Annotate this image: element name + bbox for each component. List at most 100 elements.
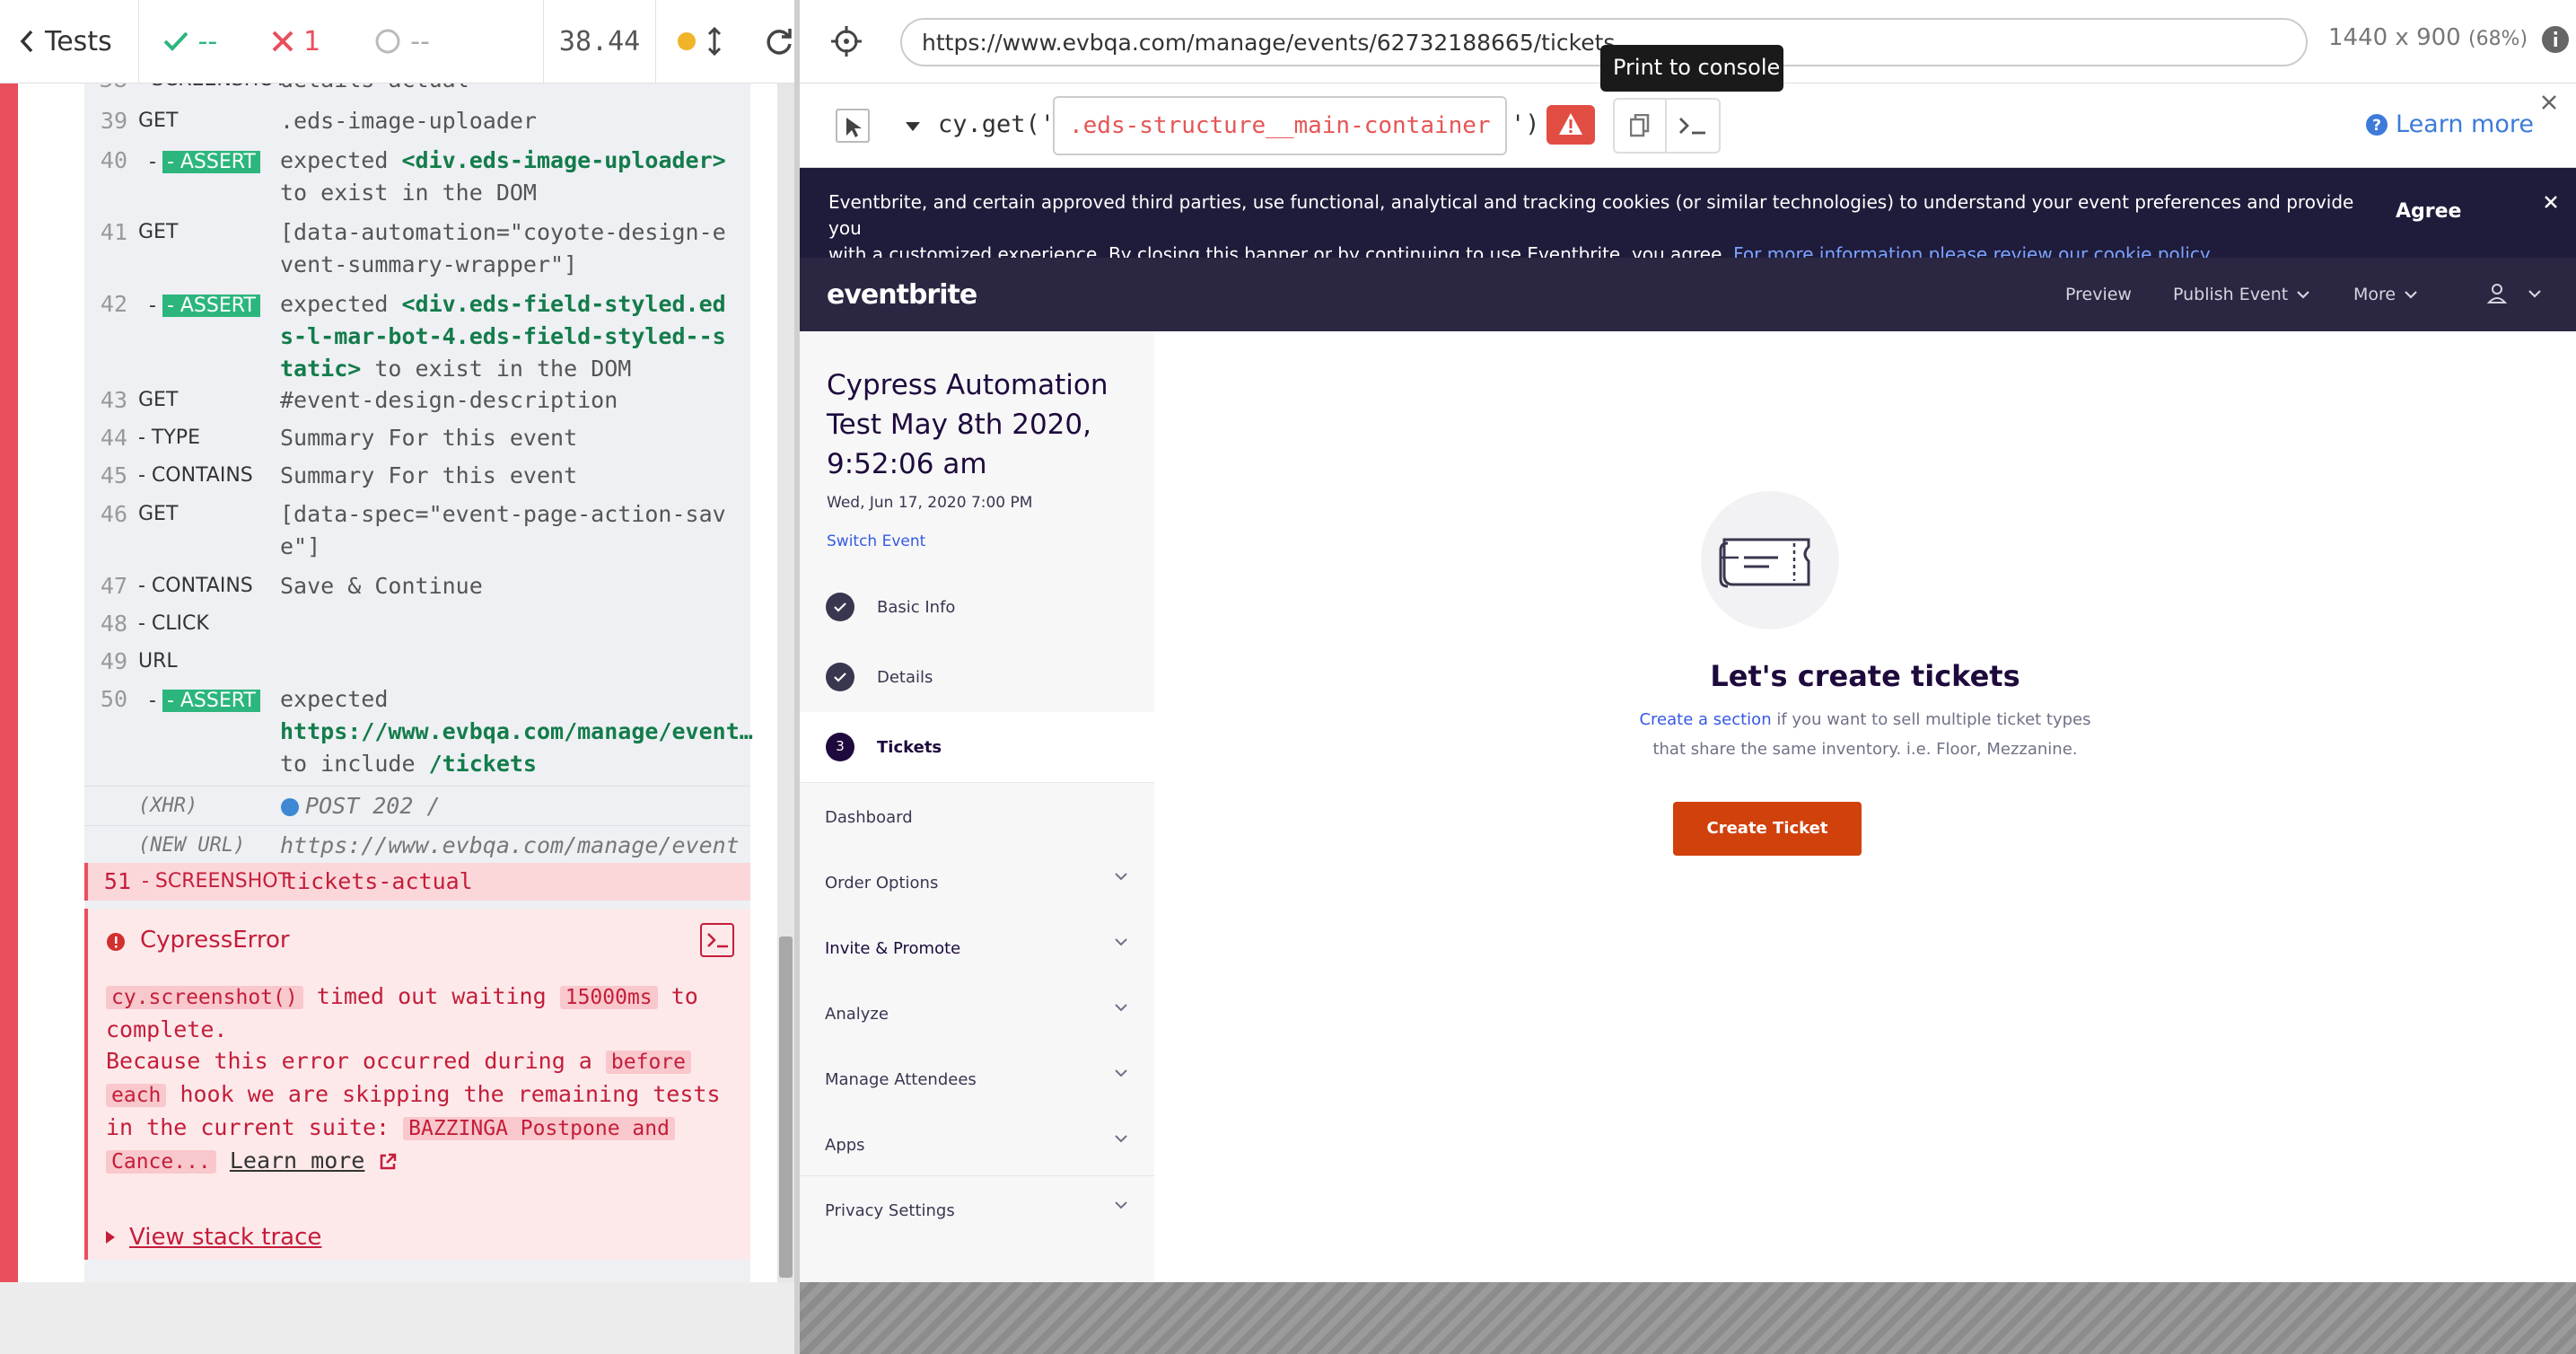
crosshair-icon [830,25,863,57]
selector-suffix: ') [1511,110,1540,138]
sidebar-item-analyze[interactable]: Analyze [800,979,1154,1049]
command-row[interactable]: 47 - CONTAINS Save & Continue [84,570,750,606]
aut-background [800,1282,2576,1354]
aut-iframe: Eventbrite, and certain approved third p… [800,168,2576,1282]
chevron-down-icon [1115,938,1127,946]
duration-value: 38.44 [558,25,641,57]
tests-button[interactable]: Tests [0,0,139,84]
copy-selector-button[interactable] [1615,100,1667,152]
reporter-scrollbar[interactable] [777,84,794,1282]
command-row[interactable]: 46 GET [data-spec="event-page-action-sav… [84,498,750,567]
failure-indicator [0,84,18,1282]
sidebar-item-invite-promote[interactable]: Invite & Promote [800,913,1154,983]
rerun-button[interactable] [764,26,794,57]
check-circle-icon [825,662,855,692]
command-row[interactable]: 48 - CLICK [84,608,750,644]
error-message-1: cy.screenshot() timed out waiting 15000m… [106,983,698,1042]
print-to-console-button[interactable] [1667,100,1719,152]
view-stack-trace[interactable]: View stack trace [106,1224,321,1251]
selector-actions [1613,98,1721,154]
command-row-xhr[interactable]: (XHR) POST 202 / [84,786,750,823]
sidebar-item-apps[interactable]: Apps [800,1110,1154,1180]
selector-warning-badge [1546,105,1595,145]
viewport-info[interactable]: 1440 x 900 (68%) [2328,24,2528,51]
url-bar: https://www.evbqa.com/manage/events/6273… [800,0,2576,92]
refresh-icon [764,26,794,57]
command-row-new-url[interactable]: (NEW URL) https://www.evbqa.com/manage/e… [84,825,750,863]
agree-button[interactable]: Agree [2396,200,2461,223]
selector-input[interactable]: .eds-structure__main-container [1053,96,1507,155]
chevron-down-icon [1115,1201,1127,1209]
command-row[interactable]: 38 - SCREENSHOT details-actual [84,84,750,96]
chevron-down-icon [2297,290,2309,299]
command-row[interactable]: 50 - - ASSERT expected https://www.evbqa… [84,683,753,784]
scrollbar-thumb[interactable] [779,936,793,1278]
learn-more-link[interactable]: Learn more [230,1147,365,1174]
chevron-down-icon [1115,1135,1127,1143]
error-message-2: Because this error occurred during a bef… [106,1048,721,1174]
command-row[interactable]: 41 GET [data-automation="coyote-design-e… [84,216,750,285]
top-nav: eventbrite Preview Publish Event More [800,258,2576,331]
x-icon [271,30,294,53]
selector-prefix: cy.get(' [938,110,1056,138]
selector-playground-button[interactable] [830,25,863,57]
error-panel: CypressError cy.screenshot() timed out w… [84,909,750,1260]
learn-more-link[interactable]: ? Learn more [2365,110,2534,138]
close-icon[interactable] [2544,195,2558,209]
close-playground-icon[interactable] [2541,94,2557,110]
selector-playground: cy.get(' .eds-structure__main-container … [800,84,2576,168]
terminal-icon [1678,115,1708,136]
chevron-down-icon [1115,1069,1127,1077]
check-icon [162,30,189,53]
assert-badge: - ASSERT [162,151,260,173]
step-basic-info[interactable]: Basic Info [800,572,1154,642]
external-link-icon [378,1152,398,1172]
command-row[interactable]: 43 GET #event-design-description [84,384,750,420]
switch-event-link[interactable]: Switch Event [827,532,925,550]
method-dropdown-caret-icon[interactable] [906,122,920,131]
print-error-button[interactable] [700,923,734,957]
more-menu[interactable]: More [2353,285,2417,304]
select-element-button[interactable] [836,109,870,143]
sidebar-item-privacy-settings[interactable]: Privacy Settings [800,1175,1154,1245]
command-row[interactable]: 49 URL [84,646,750,681]
sidebar-item-order-options[interactable]: Order Options [800,848,1154,918]
command-row-failed[interactable]: 51 - SCREENSHOT tickets-actual [84,863,750,901]
preview-link[interactable]: Preview [2065,285,2132,304]
assert-badge: - ASSERT [162,690,260,712]
step-tickets[interactable]: 3 Tickets [800,712,1154,782]
warning-icon [1558,112,1583,136]
auto-scroll-toggle[interactable] [656,0,742,84]
error-icon [106,932,126,952]
command-row[interactable]: 45 - CONTAINS Summary For this event [84,460,750,496]
event-sidebar: Cypress Automation Test May 8th 2020, 9:… [800,331,1154,1282]
create-section-link[interactable]: Create a section [1639,710,1771,729]
step-details[interactable]: Details [800,642,1154,712]
tooltip: Print to console [1600,45,1783,92]
pending-circle-icon [374,28,401,55]
cookie-text: Eventbrite, and certain approved third p… [828,191,2354,265]
info-icon[interactable] [2541,25,2570,54]
pending-count: -- [410,25,430,57]
failed-count: 1 [303,25,321,57]
command-row[interactable]: 39 GET .eds-image-uploader [84,105,750,141]
help-icon: ? [2365,113,2388,136]
check-circle-icon [825,592,855,622]
duration: 38.44 [544,0,656,84]
publish-event-menu[interactable]: Publish Event [2173,285,2309,304]
eventbrite-logo[interactable]: eventbrite [827,279,977,311]
ticket-illustration-icon [1701,491,1839,629]
user-menu[interactable] [2487,283,2541,304]
sidebar-item-manage-attendees[interactable]: Manage Attendees [800,1044,1154,1114]
create-ticket-button[interactable]: Create Ticket [1673,802,1862,856]
tickets-description: Create a section if you want to sell mul… [1639,710,2091,759]
tests-label: Tests [45,25,112,57]
command-row[interactable]: 40 - - ASSERT expected <div.eds-image-up… [84,145,750,213]
command-log: 38 - SCREENSHOT details-actual 39 GET .e… [0,84,777,1282]
chevron-down-icon [2405,290,2417,299]
command-row[interactable]: 42 - - ASSERT expected <div.eds-field-st… [84,288,750,387]
tickets-heading: Let's create tickets [1710,659,2020,693]
sidebar-item-dashboard[interactable]: Dashboard [800,782,1154,852]
reporter-panel: Tests -- 1 -- 38.44 39 GET .eds-image-up… [0,0,794,1354]
command-row[interactable]: 44 - TYPE Summary For this event [84,422,750,458]
